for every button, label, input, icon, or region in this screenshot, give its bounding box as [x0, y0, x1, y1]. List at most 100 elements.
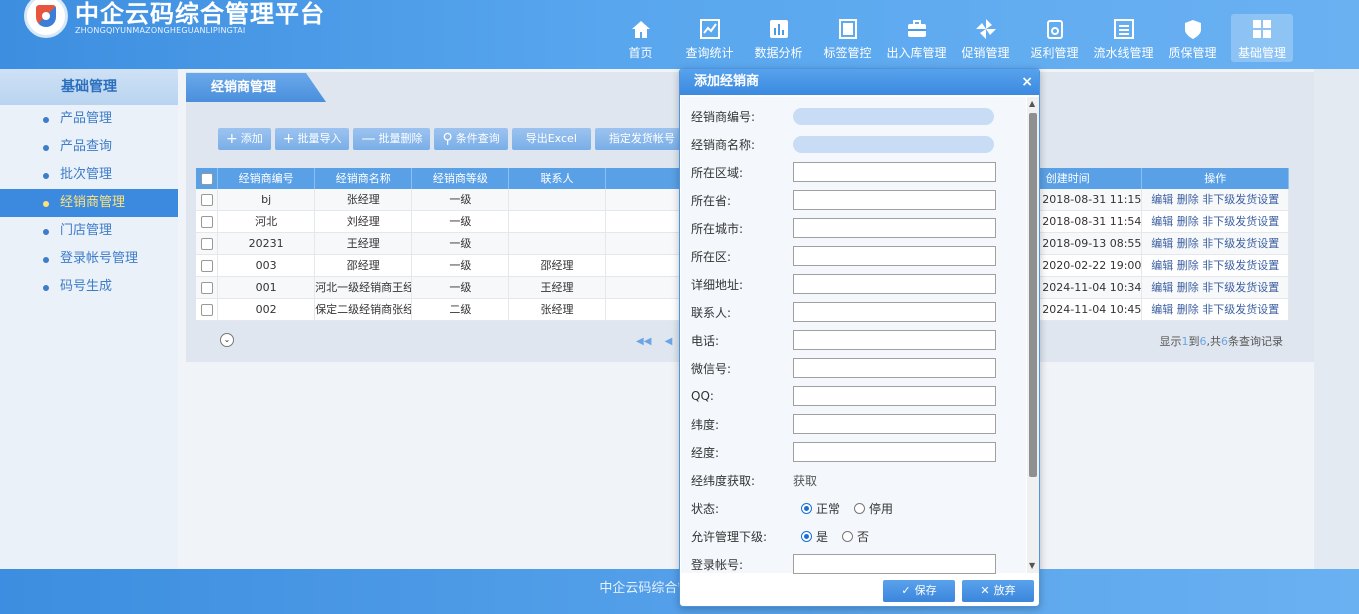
dialog-footer: ✓ 保存 ✕ 放弃	[680, 577, 1039, 605]
field-label: 经纬度获取:	[691, 473, 756, 488]
nav-label: 查询统计	[685, 46, 734, 60]
add-dealer-dialog: 添加经销商 × 经销商编号: 经销商名称: 所在区域: 所在省: 所在城市: 所在区: 详细…	[679, 68, 1040, 607]
cell-ops[interactable]: 编辑 删除 非下级发货设置	[1142, 255, 1289, 276]
nav-label: 数据分析	[754, 46, 803, 60]
select-all-checkbox[interactable]	[200, 173, 213, 185]
row-checkbox[interactable]	[200, 194, 213, 206]
field-input[interactable]	[793, 554, 996, 574]
cell-name: 保定二级经销商张经理	[315, 299, 413, 320]
tab-dealer-management[interactable]: 经销商管理	[186, 73, 326, 102]
form-row: 微信号:	[691, 358, 996, 378]
nav-item-2[interactable]: 数据分析	[744, 14, 813, 62]
field-label: 电话:	[691, 333, 720, 348]
sidebar-item-label: 批次管理	[60, 167, 113, 182]
scroll-up-icon[interactable]: ▲	[1029, 99, 1035, 108]
app-logo	[24, 0, 68, 38]
radio-option[interactable]: 否	[842, 528, 869, 545]
field-input[interactable]	[793, 135, 994, 153]
cell-contact: 张经理	[509, 299, 606, 320]
scroll-down-icon[interactable]: ▼	[1029, 561, 1035, 570]
field-input[interactable]	[793, 386, 996, 406]
nav-item-8[interactable]: 质保管理	[1158, 14, 1227, 62]
clipboard-icon	[1044, 18, 1066, 40]
nav-item-3[interactable]: 标签管控	[813, 14, 882, 62]
field-label: 所在区:	[691, 249, 732, 264]
col-level[interactable]: 经销商等级	[412, 168, 510, 189]
cell-ops[interactable]: 编辑 删除 非下级发货设置	[1142, 189, 1289, 210]
cell-ops[interactable]: 编辑 删除 非下级发货设置	[1142, 233, 1289, 254]
row-checkbox[interactable]	[200, 260, 213, 272]
check-icon: ✓	[901, 584, 911, 597]
cell-ops[interactable]: 编辑 删除 非下级发货设置	[1142, 211, 1289, 232]
close-icon[interactable]: ×	[1021, 69, 1033, 95]
scroll-thumb[interactable]	[1029, 113, 1037, 477]
row-checkbox[interactable]	[200, 282, 213, 294]
cell-ops[interactable]: 编辑 删除 非下级发货设置	[1142, 277, 1289, 298]
radio-button[interactable]	[842, 530, 854, 542]
field-input[interactable]	[793, 302, 996, 322]
bar-chart-icon	[768, 18, 790, 40]
field-input[interactable]	[793, 218, 996, 238]
col-name[interactable]: 经销商名称	[315, 168, 413, 189]
nav-item-0[interactable]: 首页	[606, 14, 675, 62]
nav-item-5[interactable]: 促销管理	[951, 14, 1020, 62]
field-input[interactable]	[793, 414, 996, 434]
field-input[interactable]	[793, 190, 996, 210]
nav-item-9[interactable]: 基础管理	[1231, 14, 1293, 62]
col-code[interactable]: 经销商编号	[218, 168, 316, 189]
sidebar-item-1[interactable]: 产品查询	[0, 133, 178, 161]
field-label: 经销商名称:	[691, 137, 756, 152]
nav-item-4[interactable]: 出入库管理	[882, 14, 951, 62]
toolbar-button-0[interactable]: + 添加	[218, 128, 271, 150]
chevron-down-icon[interactable]: ⌄	[220, 333, 234, 347]
cell-ops[interactable]: 编辑 删除 非下级发货设置	[1142, 299, 1289, 320]
field-input[interactable]	[793, 442, 996, 462]
field-input[interactable]	[793, 358, 996, 378]
sidebar-item-0[interactable]: 产品管理	[0, 105, 178, 133]
field-input[interactable]	[793, 107, 994, 125]
field-input[interactable]	[793, 162, 996, 182]
radio-button[interactable]	[854, 502, 866, 514]
radio-option[interactable]: 是	[801, 528, 828, 545]
sidebar-item-3[interactable]: 经销商管理	[0, 189, 178, 217]
field-input[interactable]	[793, 274, 996, 294]
sidebar-item-label: 登录帐号管理	[60, 251, 139, 266]
toolbar-button-1[interactable]: + 批量导入	[274, 128, 350, 150]
radio-button[interactable]	[801, 530, 812, 542]
grid-icon	[1251, 18, 1273, 40]
toolbar-button-label: 添加	[240, 132, 263, 145]
row-checkbox[interactable]	[200, 238, 213, 250]
field-input[interactable]	[793, 246, 996, 266]
app-header: 中企云码综合管理平台 ZHONGQIYUNMAZONGHEGUANLIPINGT…	[0, 0, 1359, 69]
first-page-icon[interactable]: ◀◀	[636, 336, 651, 347]
dialog-form: 经销商编号: 经销商名称: 所在区域: 所在省: 所在城市: 所在区: 详细地址: 联系人: 电…	[681, 97, 1026, 574]
toolbar-button-2[interactable]: — 批量删除	[353, 128, 431, 150]
nav-item-6[interactable]: 返利管理	[1020, 14, 1089, 62]
sidebar-item-4[interactable]: 门店管理	[0, 217, 178, 245]
prev-page-icon[interactable]: ◀	[665, 336, 673, 347]
sidebar-item-label: 产品查询	[60, 139, 113, 154]
toolbar-button-5[interactable]: 指定发货帐号	[594, 128, 689, 150]
row-checkbox[interactable]	[200, 304, 213, 316]
row-checkbox[interactable]	[200, 216, 213, 228]
sidebar-item-2[interactable]: 批次管理	[0, 161, 178, 189]
get-coordinates-link[interactable]: 获取	[793, 472, 817, 489]
sidebar-item-6[interactable]: 码号生成	[0, 273, 178, 301]
nav-item-1[interactable]: 查询统计	[675, 14, 744, 62]
field-label: 登录帐号:	[691, 557, 744, 572]
cell-name: 张经理	[315, 189, 413, 210]
toolbar-button-3[interactable]: ⚲ 条件查询	[434, 128, 508, 150]
radio-option[interactable]: 正常	[801, 500, 840, 517]
dialog-scrollbar[interactable]: ▲ ▼	[1027, 97, 1039, 573]
cancel-button[interactable]: ✕ 放弃	[962, 580, 1034, 602]
field-input[interactable]	[793, 330, 996, 350]
radio-option[interactable]: 停用	[854, 500, 893, 517]
field-label: 所在城市:	[691, 221, 744, 236]
col-contact[interactable]: 联系人	[509, 168, 606, 189]
sidebar-item-5[interactable]: 登录帐号管理	[0, 245, 178, 273]
toolbar-button-4[interactable]: 导出Excel	[511, 128, 591, 150]
form-row: 经销商编号:	[691, 106, 994, 126]
save-button[interactable]: ✓ 保存	[883, 580, 955, 602]
radio-button[interactable]	[801, 502, 812, 514]
nav-item-7[interactable]: 流水线管理	[1089, 14, 1158, 62]
